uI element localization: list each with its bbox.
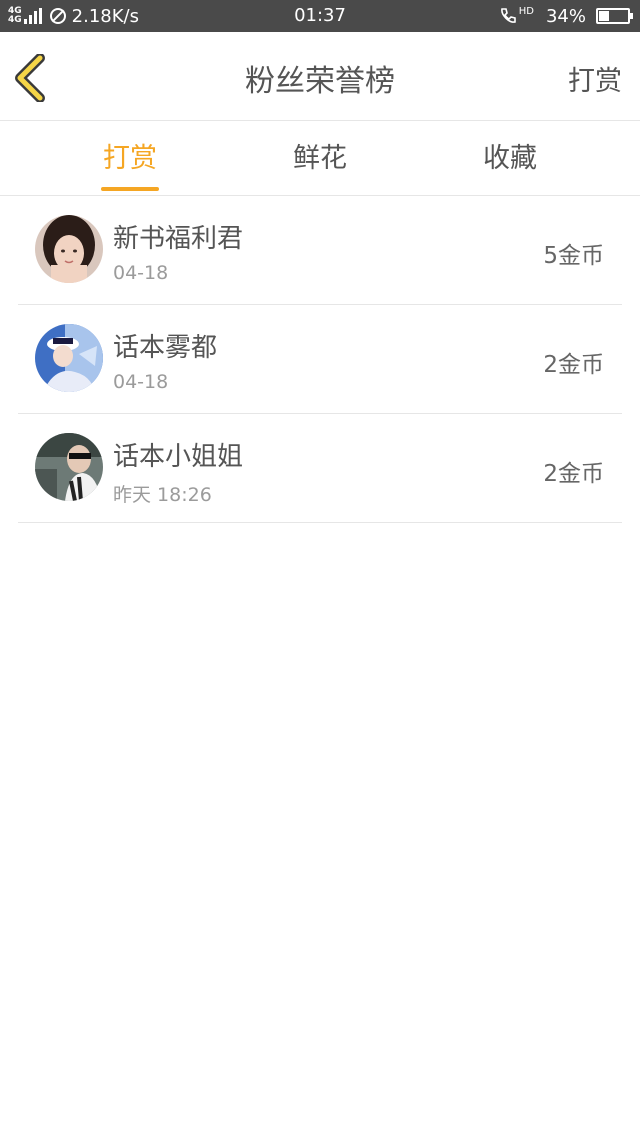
status-right: HD 34% <box>499 0 633 32</box>
fan-name: 话本雾都 <box>113 333 218 363</box>
fan-name: 新书福利君 <box>113 224 244 254</box>
avatar <box>35 215 103 283</box>
tab-bar: 打赏 鲜花 收藏 <box>0 121 640 196</box>
fan-amount: 5金币 <box>543 243 604 269</box>
active-tab-indicator <box>101 187 159 191</box>
status-bar: 4G 4G 2.18K/s 01:37 HD 34% <box>0 0 640 32</box>
list-item[interactable]: 话本小姐姐 昨天 18:26 2金币 <box>18 414 622 523</box>
list-item[interactable]: 新书福利君 04-18 5金币 <box>18 196 622 305</box>
hd-label: HD <box>518 5 534 17</box>
battery-percent: 34% <box>545 5 586 27</box>
header: 粉丝荣誉榜 打赏 <box>0 32 640 121</box>
fan-amount: 2金币 <box>543 352 604 378</box>
list-item[interactable]: 话本雾都 04-18 2金币 <box>18 305 622 414</box>
hd-call-icon <box>500 8 516 23</box>
fan-time: 昨天 18:26 <box>113 484 212 506</box>
battery-icon <box>596 8 633 24</box>
fan-ranking-list: 新书福利君 04-18 5金币 话本雾都 04-18 2金币 话本小姐姐 昨天 … <box>18 196 622 523</box>
tab-favorites-label: 收藏 <box>483 143 537 174</box>
fan-name: 话本小姐姐 <box>113 442 244 472</box>
tab-flowers-label: 鲜花 <box>293 143 347 174</box>
avatar <box>35 433 103 501</box>
page-title: 粉丝荣誉榜 <box>245 64 395 99</box>
tab-flowers[interactable]: 鲜花 <box>240 121 400 195</box>
tip-button[interactable]: 打赏 <box>568 32 622 120</box>
fan-time: 04-18 <box>113 371 169 393</box>
battery-level <box>599 11 609 21</box>
avatar <box>35 324 103 392</box>
fan-time: 04-18 <box>113 262 169 284</box>
fan-amount: 2金币 <box>543 461 604 487</box>
tab-tip-label: 打赏 <box>103 143 157 174</box>
tab-tip[interactable]: 打赏 <box>50 121 210 195</box>
tab-favorites[interactable]: 收藏 <box>430 121 590 195</box>
